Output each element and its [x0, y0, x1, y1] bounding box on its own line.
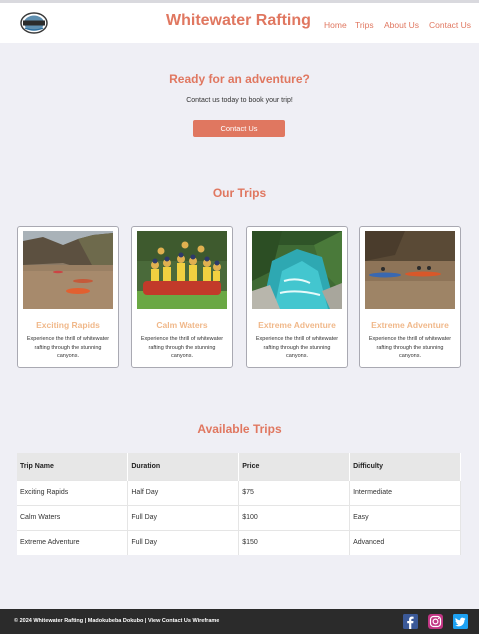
site-title: Whitewater Rafting	[166, 12, 311, 29]
contact-us-button[interactable]: Contact Us	[193, 120, 285, 137]
table-row: Exciting Rapids Half Day $75 Intermediat…	[17, 479, 461, 505]
trip-card-calm-waters[interactable]: Calm Waters Experience the thrill of whi…	[131, 226, 233, 368]
table-cell: $150	[238, 529, 351, 555]
site-header: Whitewater Rafting Home Trips About Us C…	[0, 3, 479, 43]
column-header-trip-name: Trip Name	[17, 453, 129, 480]
nav-trips[interactable]: Trips	[355, 20, 374, 30]
available-trips-title: Available Trips	[197, 422, 282, 436]
table-cell: $100	[238, 504, 351, 530]
table-cell: Full Day	[127, 504, 240, 530]
table-cell: $75	[238, 479, 351, 505]
logo-icon[interactable]	[20, 12, 48, 34]
facebook-icon[interactable]	[403, 614, 418, 629]
available-trips-table: Trip Name Duration Price Difficulty Exci…	[17, 453, 461, 555]
nav-home[interactable]: Home	[324, 20, 347, 30]
table-cell: Exciting Rapids	[17, 479, 129, 505]
trip-photo	[252, 231, 342, 309]
trip-card-title: Extreme Adventure	[371, 320, 449, 330]
trip-card-description: Experience the thrill of whitewater raft…	[368, 336, 452, 359]
trip-card-title: Exciting Rapids	[36, 320, 100, 330]
cta-title: Ready for an adventure?	[169, 72, 310, 86]
table-cell: Full Day	[127, 529, 240, 555]
trip-card-description: Experience the thrill of whitewater raft…	[26, 336, 110, 359]
trip-card-description: Experience the thrill of whitewater raft…	[255, 336, 339, 359]
table-cell: Extreme Adventure	[17, 529, 129, 555]
nav-about-us[interactable]: About Us	[384, 20, 419, 30]
trip-photo	[23, 231, 113, 309]
table-cell: Advanced	[349, 529, 461, 555]
cta-text: Contact us today to book your trip!	[186, 97, 293, 104]
table-cell: Half Day	[127, 479, 240, 505]
column-header-price: Price	[238, 453, 351, 480]
footer-text: © 2024 Whitewater Rafting | Madokubeba D…	[14, 618, 220, 624]
table-header-row: Trip Name Duration Price Difficulty	[17, 453, 461, 480]
trip-card-extreme-adventure-2[interactable]: Extreme Adventure Experience the thrill …	[359, 226, 461, 368]
twitter-icon[interactable]	[453, 614, 468, 629]
trip-card-title: Extreme Adventure	[258, 320, 336, 330]
trip-card-extreme-adventure[interactable]: Extreme Adventure Experience the thrill …	[246, 226, 348, 368]
column-header-difficulty: Difficulty	[349, 453, 461, 480]
trip-card-title: Calm Waters	[156, 320, 208, 330]
table-row: Extreme Adventure Full Day $150 Advanced	[17, 529, 461, 555]
column-header-duration: Duration	[127, 453, 240, 480]
table-row: Calm Waters Full Day $100 Easy	[17, 504, 461, 530]
table-cell: Calm Waters	[17, 504, 129, 530]
table-cell: Easy	[349, 504, 461, 530]
our-trips-title: Our Trips	[212, 186, 267, 200]
table-cell: Intermediate	[349, 479, 461, 505]
instagram-icon[interactable]	[428, 614, 443, 629]
trip-card-description: Experience the thrill of whitewater raft…	[140, 336, 224, 359]
trip-card-exciting-rapids[interactable]: Exciting Rapids Experience the thrill of…	[17, 226, 119, 368]
site-footer: © 2024 Whitewater Rafting | Madokubeba D…	[0, 609, 479, 634]
trip-photo	[365, 231, 455, 309]
nav-contact-us[interactable]: Contact Us	[429, 20, 471, 30]
trip-photo	[137, 231, 227, 309]
